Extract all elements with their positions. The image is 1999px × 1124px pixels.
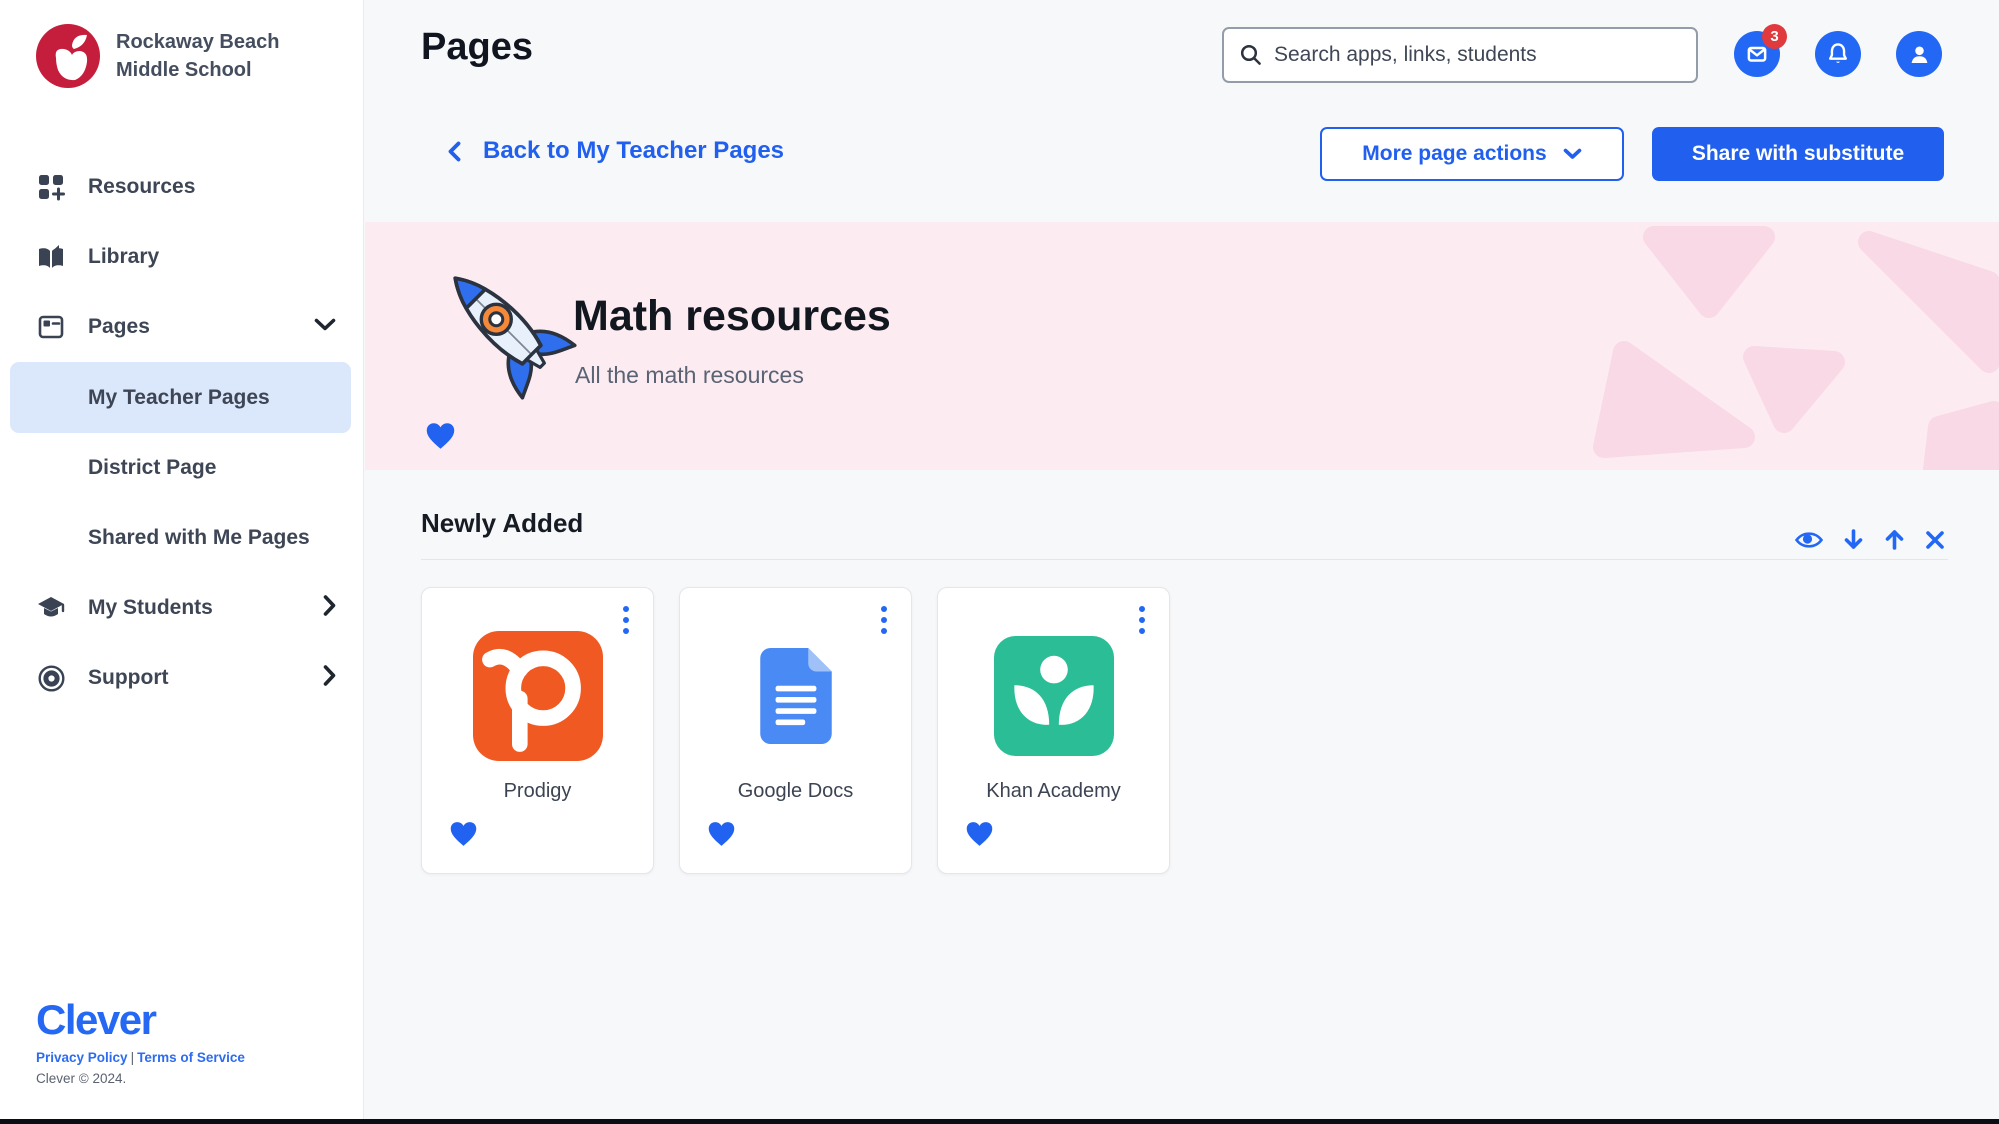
chevron-down-icon bbox=[1563, 148, 1582, 160]
messages-button[interactable]: 3 bbox=[1734, 31, 1780, 77]
heart-icon[interactable] bbox=[965, 821, 994, 852]
app-card-khan-academy[interactable]: Khan Academy bbox=[937, 587, 1170, 874]
page-banner: Math resources All the math resources bbox=[365, 222, 1999, 470]
kebab-menu-icon[interactable] bbox=[619, 602, 633, 638]
app-card-prodigy[interactable]: Prodigy bbox=[421, 587, 654, 874]
footer-links-separator: | bbox=[128, 1050, 138, 1065]
sidebar-item-resources[interactable]: Resources bbox=[0, 152, 364, 222]
google-docs-app-icon[interactable] bbox=[731, 631, 861, 761]
section-divider bbox=[421, 559, 1948, 560]
close-icon[interactable] bbox=[1925, 530, 1945, 550]
arrow-up-icon[interactable] bbox=[1884, 528, 1905, 551]
school-header: Rockaway Beach Middle School bbox=[0, 0, 363, 88]
search-box bbox=[1222, 27, 1698, 83]
sidebar-item-shared-with-me-pages[interactable]: Shared with Me Pages bbox=[0, 503, 364, 573]
app-card-google-docs[interactable]: Google Docs bbox=[679, 587, 912, 874]
more-page-actions-button[interactable]: More page actions bbox=[1320, 127, 1624, 181]
chevron-right-icon bbox=[323, 595, 336, 622]
sidebar-item-label: Library bbox=[88, 245, 159, 269]
search-input[interactable] bbox=[1274, 43, 1696, 67]
sidebar-item-district-page[interactable]: District Page bbox=[0, 433, 364, 503]
sidebar-item-my-teacher-pages[interactable]: My Teacher Pages bbox=[10, 362, 351, 433]
main-content: Pages 3 Back to My Teacher Pages More pa… bbox=[365, 0, 1999, 1124]
banner-decorative-shapes bbox=[1569, 222, 1999, 470]
sidebar-item-my-students[interactable]: My Students bbox=[0, 573, 364, 643]
more-page-actions-label: More page actions bbox=[1362, 142, 1546, 166]
heart-icon[interactable] bbox=[449, 821, 478, 852]
sidebar-item-support[interactable]: Support bbox=[0, 643, 364, 713]
banner-title: Math resources bbox=[573, 292, 891, 341]
lifebuoy-icon bbox=[36, 665, 66, 692]
share-with-substitute-label: Share with substitute bbox=[1692, 142, 1904, 166]
kebab-menu-icon[interactable] bbox=[877, 602, 891, 638]
copyright-text: Clever © 2024. bbox=[36, 1071, 245, 1086]
sidebar-footer: Clever Privacy Policy|Terms of Service C… bbox=[36, 998, 245, 1086]
app-card-label: Khan Academy bbox=[938, 780, 1169, 803]
chevron-down-icon[interactable] bbox=[314, 318, 336, 336]
profile-button[interactable] bbox=[1896, 31, 1942, 77]
eye-icon[interactable] bbox=[1795, 530, 1823, 550]
school-logo-apple-icon bbox=[36, 24, 100, 88]
sidebar-item-pages[interactable]: Pages bbox=[0, 292, 364, 362]
section-controls bbox=[1795, 528, 1945, 551]
khan-academy-app-icon[interactable] bbox=[989, 631, 1119, 761]
sidebar-nav: Resources Library bbox=[0, 152, 364, 713]
sidebar-item-label: My Students bbox=[88, 596, 213, 620]
privacy-policy-link[interactable]: Privacy Policy bbox=[36, 1050, 128, 1065]
clever-app: Rockaway Beach Middle School Resources bbox=[0, 0, 1999, 1124]
messages-badge: 3 bbox=[1762, 24, 1787, 49]
graduation-cap-icon bbox=[36, 596, 66, 621]
page-title: Pages bbox=[421, 26, 533, 69]
sidebar-item-label: District Page bbox=[88, 456, 216, 480]
share-with-substitute-button[interactable]: Share with substitute bbox=[1652, 127, 1944, 181]
footer-links: Privacy Policy|Terms of Service bbox=[36, 1050, 245, 1065]
pages-window-icon bbox=[36, 314, 66, 340]
chevron-left-icon bbox=[448, 141, 461, 162]
notifications-button[interactable] bbox=[1815, 31, 1861, 77]
search-icon bbox=[1239, 43, 1263, 67]
school-name: Rockaway Beach Middle School bbox=[116, 28, 279, 84]
clever-logo: Clever bbox=[36, 998, 245, 1042]
app-card-label: Google Docs bbox=[680, 780, 911, 803]
sidebar: Rockaway Beach Middle School Resources bbox=[0, 0, 364, 1124]
back-link-label: Back to My Teacher Pages bbox=[483, 137, 784, 165]
app-card-list: Prodigy bbox=[421, 587, 1170, 874]
sidebar-item-label: Pages bbox=[88, 315, 150, 339]
terms-of-service-link[interactable]: Terms of Service bbox=[137, 1050, 245, 1065]
heart-icon[interactable] bbox=[707, 821, 736, 852]
heart-icon[interactable] bbox=[425, 422, 456, 455]
kebab-menu-icon[interactable] bbox=[1135, 602, 1149, 638]
bottom-edge-bar bbox=[0, 1119, 1999, 1124]
arrow-down-icon[interactable] bbox=[1843, 528, 1864, 551]
app-card-label: Prodigy bbox=[422, 780, 653, 803]
sidebar-item-label: My Teacher Pages bbox=[88, 386, 270, 410]
library-book-icon bbox=[36, 244, 66, 270]
chevron-right-icon bbox=[323, 665, 336, 692]
prodigy-app-icon[interactable] bbox=[473, 631, 603, 761]
resources-grid-icon bbox=[36, 174, 66, 201]
sidebar-item-label: Shared with Me Pages bbox=[88, 526, 310, 550]
sidebar-item-library[interactable]: Library bbox=[0, 222, 364, 292]
banner-subtitle: All the math resources bbox=[575, 362, 804, 389]
section-title: Newly Added bbox=[421, 508, 583, 539]
sidebar-item-label: Resources bbox=[88, 175, 195, 199]
sidebar-item-label: Support bbox=[88, 666, 168, 690]
back-to-my-teacher-pages-link[interactable]: Back to My Teacher Pages bbox=[448, 137, 784, 165]
